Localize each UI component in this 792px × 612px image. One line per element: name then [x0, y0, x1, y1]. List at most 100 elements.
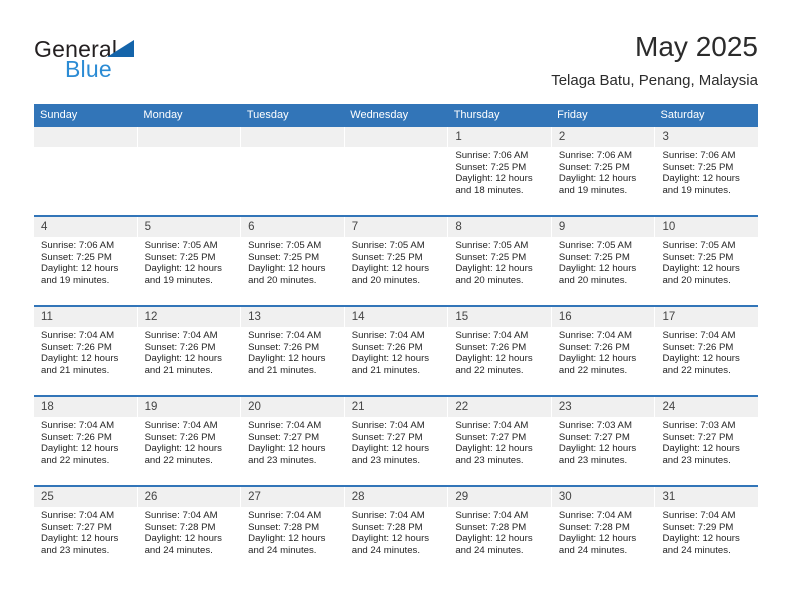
day-details: Sunrise: 7:04 AM Sunset: 7:28 PM Daylight:…: [138, 507, 241, 556]
day-number: 5: [137, 217, 241, 237]
daylight-text-line1: Daylight: 12 hours: [558, 443, 637, 455]
daylight-text-line2: and 19 minutes.: [558, 184, 628, 196]
day-cell-24[interactable]: 24 Sunrise: 7:03 AM Sunset: 7:27 PM Dayligh…: [655, 397, 759, 485]
sunrise-text: Sunrise: 7:06 AM: [662, 150, 736, 161]
sunrise-text: Sunrise: 7:04 AM: [455, 420, 529, 431]
day-details: Sunrise: 7:04 AM Sunset: 7:27 PM Daylight:…: [241, 417, 344, 466]
sunset-text: Sunset: 7:27 PM: [455, 431, 527, 443]
day-cell-5[interactable]: 5 Sunrise: 7:05 AM Sunset: 7:25 PM Daylight…: [137, 217, 242, 305]
sunset-text: Sunset: 7:25 PM: [455, 251, 527, 263]
daylight-text-line2: and 24 minutes.: [144, 544, 213, 556]
day-cell-8[interactable]: 8 Sunrise: 7:05 AM Sunset: 7:25 PM Daylight…: [448, 217, 552, 305]
daylight-text-line2: and 24 minutes.: [558, 544, 628, 556]
sunrise-text: Sunrise: 7:04 AM: [351, 510, 425, 521]
day-cell-13[interactable]: 13 Sunrise: 7:04 AM Sunset: 7:26 PM Dayligh…: [241, 307, 345, 395]
day-cell-19[interactable]: 19 Sunrise: 7:04 AM Sunset: 7:26 PM Dayligh…: [137, 397, 242, 485]
page-header: General Blue May 2025 Telaga Batu, Penan…: [34, 30, 758, 96]
day-cell-20[interactable]: 20 Sunrise: 7:04 AM Sunset: 7:27 PM Dayligh…: [241, 397, 345, 485]
day-cell-28[interactable]: 28 Sunrise: 7:04 AM Sunset: 7:28 PM Dayligh…: [344, 487, 449, 575]
daylight-text-line2: and 22 minutes.: [558, 364, 628, 376]
daylight-text-line1: Daylight: 12 hours: [351, 533, 430, 545]
sunrise-text: Sunrise: 7:05 AM: [662, 240, 736, 251]
daylight-text-line2: and 18 minutes.: [455, 184, 524, 196]
day-number: 17: [655, 307, 759, 327]
day-cell-12[interactable]: 12 Sunrise: 7:04 AM Sunset: 7:26 PM Dayligh…: [137, 307, 242, 395]
day-cell-1[interactable]: 1 Sunrise: 7:06 AM Sunset: 7:25 PM Daylight…: [448, 127, 552, 215]
day-number: 15: [448, 307, 551, 327]
day-cell-14[interactable]: 14 Sunrise: 7:04 AM Sunset: 7:26 PM Dayligh…: [344, 307, 449, 395]
daylight-text-line1: Daylight: 12 hours: [41, 533, 119, 545]
weekday-header-row: Sunday Monday Tuesday Wednesday Thursday Frid…: [34, 104, 758, 127]
day-cell-6[interactable]: 6 Sunrise: 7:05 AM Sunset: 7:25 PM Daylight…: [241, 217, 345, 305]
day-cell-4[interactable]: 4 Sunrise: 7:06 AM Sunset: 7:25 PM Daylight…: [34, 217, 138, 305]
day-number: 4: [34, 217, 137, 237]
sunrise-text: Sunrise: 7:04 AM: [351, 420, 425, 431]
day-details: Sunrise: 7:04 AM Sunset: 7:28 PM Daylight:…: [241, 507, 344, 556]
day-number: 6: [241, 217, 344, 237]
sunrise-text: Sunrise: 7:03 AM: [662, 420, 736, 431]
sunrise-text: Sunrise: 7:04 AM: [41, 420, 115, 431]
day-details: Sunrise: 7:06 AM Sunset: 7:25 PM Daylight:…: [552, 147, 655, 196]
day-cell-7[interactable]: 7 Sunrise: 7:05 AM Sunset: 7:25 PM Daylight…: [344, 217, 449, 305]
day-cell-9[interactable]: 9 Sunrise: 7:05 AM Sunset: 7:25 PM Daylight…: [551, 217, 656, 305]
day-number: [137, 127, 241, 147]
day-cell-15[interactable]: 15 Sunrise: 7:04 AM Sunset: 7:26 PM Dayligh…: [448, 307, 552, 395]
daylight-text-line1: Daylight: 12 hours: [248, 533, 326, 545]
day-cell-17[interactable]: 17 Sunrise: 7:04 AM Sunset: 7:26 PM Dayligh…: [655, 307, 759, 395]
logo-general-blue[interactable]: General Blue: [34, 36, 264, 92]
day-number: 14: [344, 307, 448, 327]
day-number: 3: [655, 127, 759, 147]
daylight-text-line1: Daylight: 12 hours: [662, 443, 740, 455]
weekday-header-thursday: Thursday: [453, 109, 500, 121]
daylight-text-line1: Daylight: 12 hours: [41, 263, 119, 275]
day-details: Sunrise: 7:04 AM Sunset: 7:29 PM Daylight:…: [655, 507, 758, 556]
day-details: Sunrise: 7:04 AM Sunset: 7:26 PM Daylight:…: [34, 417, 137, 466]
day-number: 27: [241, 487, 344, 507]
day-cell-10[interactable]: 10 Sunrise: 7:05 AM Sunset: 7:25 PM Dayligh…: [655, 217, 759, 305]
day-cell-26[interactable]: 26 Sunrise: 7:04 AM Sunset: 7:28 PM Dayligh…: [137, 487, 242, 575]
day-cell-21[interactable]: 21 Sunrise: 7:04 AM Sunset: 7:27 PM Dayligh…: [344, 397, 449, 485]
day-cell-22[interactable]: 22 Sunrise: 7:04 AM Sunset: 7:27 PM Dayligh…: [448, 397, 552, 485]
daylight-text-line1: Daylight: 12 hours: [662, 353, 740, 365]
daylight-text-line2: and 23 minutes.: [662, 454, 731, 466]
day-number: 11: [34, 307, 137, 327]
logo-text-blue: Blue: [65, 56, 112, 82]
daylight-text-line1: Daylight: 12 hours: [558, 533, 637, 545]
day-details: Sunrise: 7:04 AM Sunset: 7:28 PM Daylight:…: [345, 507, 448, 556]
day-details: Sunrise: 7:04 AM Sunset: 7:26 PM Daylight:…: [241, 327, 344, 376]
day-cell-25[interactable]: 25 Sunrise: 7:04 AM Sunset: 7:27 PM Dayligh…: [34, 487, 138, 575]
day-details: Sunrise: 7:05 AM Sunset: 7:25 PM Daylight:…: [655, 237, 758, 286]
day-cell-23[interactable]: 23 Sunrise: 7:03 AM Sunset: 7:27 PM Dayligh…: [551, 397, 656, 485]
day-cell-27[interactable]: 27 Sunrise: 7:04 AM Sunset: 7:28 PM Dayligh…: [241, 487, 345, 575]
day-cell-3[interactable]: 3 Sunrise: 7:06 AM Sunset: 7:25 PM Daylight…: [655, 127, 759, 215]
sunset-text: Sunset: 7:26 PM: [144, 431, 216, 443]
daylight-text-line2: and 19 minutes.: [662, 184, 731, 196]
day-number: [241, 127, 344, 147]
sunrise-text: Sunrise: 7:04 AM: [455, 330, 529, 341]
daylight-text-line1: Daylight: 12 hours: [248, 443, 326, 455]
daylight-text-line2: and 20 minutes.: [455, 274, 524, 286]
day-cell-18[interactable]: 18 Sunrise: 7:04 AM Sunset: 7:26 PM Dayligh…: [34, 397, 138, 485]
sunrise-text: Sunrise: 7:04 AM: [455, 510, 529, 521]
weekday-header-sunday: Sunday: [40, 109, 78, 121]
sunrise-text: Sunrise: 7:06 AM: [558, 150, 632, 161]
day-number: [344, 127, 448, 147]
daylight-text-line1: Daylight: 12 hours: [558, 353, 637, 365]
day-cell-30[interactable]: 30 Sunrise: 7:04 AM Sunset: 7:28 PM Dayligh…: [551, 487, 656, 575]
day-cell-16[interactable]: 16 Sunrise: 7:04 AM Sunset: 7:26 PM Dayligh…: [551, 307, 656, 395]
sunset-text: Sunset: 7:28 PM: [248, 521, 320, 533]
daylight-text-line2: and 23 minutes.: [351, 454, 421, 466]
day-cell-11[interactable]: 11 Sunrise: 7:04 AM Sunset: 7:26 PM Dayligh…: [34, 307, 138, 395]
day-cell-2[interactable]: 2 Sunrise: 7:06 AM Sunset: 7:25 PM Daylight…: [551, 127, 656, 215]
daylight-text-line2: and 24 minutes.: [351, 544, 421, 556]
day-number: 18: [34, 397, 137, 417]
daylight-text-line2: and 22 minutes.: [662, 364, 731, 376]
day-number: 22: [448, 397, 551, 417]
daylight-text-line2: and 21 minutes.: [351, 364, 421, 376]
day-details: Sunrise: 7:06 AM Sunset: 7:25 PM Daylight:…: [655, 147, 758, 196]
sunset-text: Sunset: 7:26 PM: [248, 341, 320, 353]
day-cell-29[interactable]: 29 Sunrise: 7:04 AM Sunset: 7:28 PM Dayligh…: [448, 487, 552, 575]
daylight-text-line1: Daylight: 12 hours: [144, 263, 222, 275]
day-cell-31[interactable]: 31 Sunrise: 7:04 AM Sunset: 7:29 PM Dayligh…: [655, 487, 759, 575]
day-details: Sunrise: 7:04 AM Sunset: 7:27 PM Daylight:…: [345, 417, 448, 466]
